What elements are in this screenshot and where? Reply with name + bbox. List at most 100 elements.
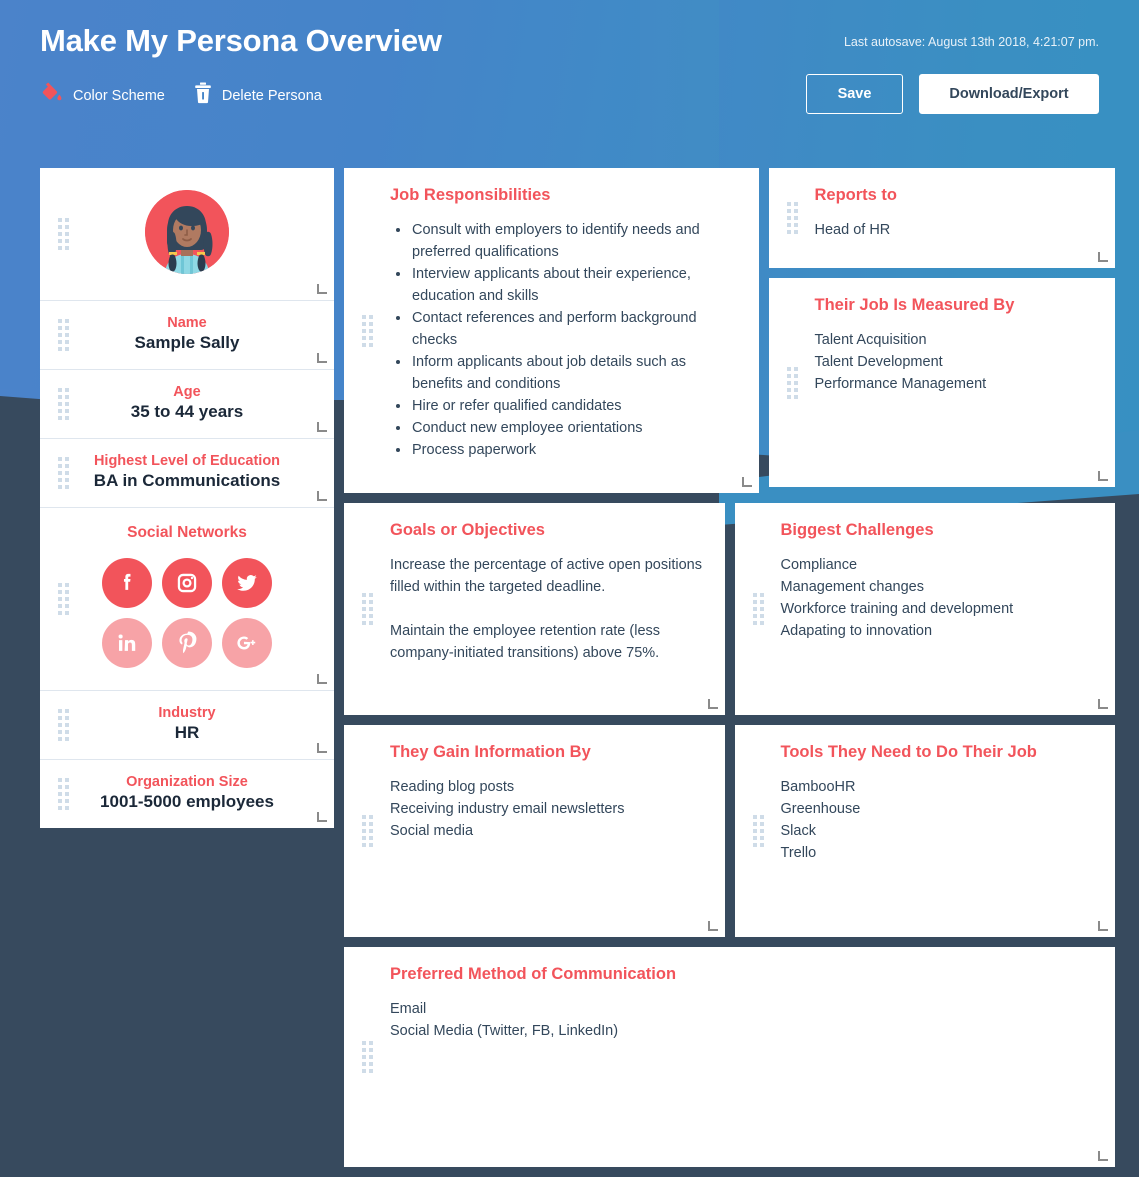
drag-handle-icon[interactable] — [362, 593, 373, 625]
persona-label-industry: Industry — [158, 705, 216, 721]
drag-handle-icon[interactable] — [58, 583, 69, 615]
resize-corner-icon[interactable] — [1098, 252, 1108, 262]
delete-persona-button[interactable]: Delete Persona — [193, 82, 322, 109]
drag-handle-icon[interactable] — [362, 815, 373, 847]
card-title: Preferred Method of Communication — [390, 965, 677, 983]
color-scheme-button[interactable]: Color Scheme — [40, 81, 165, 110]
page-header: Make My Persona Overview Last autosave: … — [0, 0, 1139, 168]
list-item: Social Media (Twitter, FB, LinkedIn) — [390, 1023, 619, 1039]
card-title: Biggest Challenges — [780, 521, 934, 539]
resize-corner-icon[interactable] — [317, 422, 327, 432]
resize-corner-icon[interactable] — [1098, 921, 1108, 931]
persona-section-social-networks[interactable]: Social Networks — [40, 508, 334, 691]
persona-value-name: Sample Sally — [134, 333, 240, 352]
persona-avatar — [145, 190, 229, 274]
save-button[interactable]: Save — [806, 74, 903, 114]
card-preferred-communication[interactable]: Preferred Method of Communication Email … — [344, 947, 1115, 1167]
list-item: Talent Acquisition — [814, 332, 927, 348]
card-row-2: Goals or Objectives Increase the percent… — [344, 503, 1115, 725]
card-title: Goals or Objectives — [390, 521, 545, 539]
list-item: Reading blog posts — [390, 779, 515, 795]
card-biggest-challenges[interactable]: Biggest Challenges Compliance Management… — [734, 503, 1115, 715]
resize-corner-icon[interactable] — [317, 743, 327, 753]
drag-handle-icon[interactable] — [362, 1041, 373, 1073]
card-goals-objectives[interactable]: Goals or Objectives Increase the percent… — [344, 503, 725, 715]
list-item: Consult with employers to identify needs… — [390, 219, 737, 263]
resize-corner-icon[interactable] — [317, 812, 327, 822]
list-item: Greenhouse — [780, 801, 861, 817]
list-item: Adapating to innovation — [780, 623, 933, 639]
list-item: Workforce training and development — [780, 601, 1014, 617]
card-gain-information[interactable]: They Gain Information By Reading blog po… — [344, 725, 725, 937]
persona-board: Name Sample Sally Age 35 to 44 years Hig… — [0, 168, 1139, 1177]
card-job-responsibilities[interactable]: Job Responsibilities Consult with employ… — [344, 168, 759, 493]
resize-corner-icon[interactable] — [1098, 1151, 1108, 1161]
persona-sidebar-column: Name Sample Sally Age 35 to 44 years Hig… — [40, 168, 334, 828]
social-networks-title: Social Networks — [127, 524, 247, 541]
job-responsibilities-list: Consult with employers to identify needs… — [390, 219, 737, 461]
persona-value-education: BA in Communications — [93, 471, 281, 490]
drag-handle-icon[interactable] — [362, 314, 373, 347]
list-item: Talent Development — [814, 354, 943, 370]
linkedin-icon[interactable] — [102, 618, 152, 668]
card-title: Their Job Is Measured By — [814, 296, 1015, 314]
autosave-status: Last autosave: August 13th 2018, 4:21:07… — [843, 35, 1099, 49]
facebook-icon[interactable] — [102, 558, 152, 608]
color-scheme-label: Color Scheme — [73, 87, 165, 104]
card-tools-needed[interactable]: Tools They Need to Do Their Job BambooHR… — [734, 725, 1115, 937]
persona-section-education[interactable]: Highest Level of Education BA in Communi… — [40, 439, 334, 508]
persona-value-industry: HR — [174, 723, 200, 742]
card-reports-to[interactable]: Reports to Head of HR — [768, 168, 1115, 268]
resize-corner-icon[interactable] — [741, 477, 752, 487]
persona-value-organization-size: 1001-5000 employees — [100, 792, 274, 811]
drag-handle-icon[interactable] — [58, 388, 69, 420]
list-item: Head of HR — [814, 222, 891, 238]
pinterest-icon[interactable] — [162, 618, 212, 668]
list-item: Interview applicants about their experie… — [390, 263, 737, 307]
paint-bucket-icon — [40, 81, 64, 110]
twitter-icon[interactable] — [222, 558, 272, 608]
card-title: Job Responsibilities — [390, 186, 551, 204]
drag-handle-icon[interactable] — [58, 778, 69, 810]
card-measured-by[interactable]: Their Job Is Measured By Talent Acquisit… — [768, 278, 1115, 487]
list-item: BambooHR — [780, 779, 856, 795]
drag-handle-icon[interactable] — [752, 593, 764, 625]
list-item: Receiving industry email newsletters — [390, 801, 625, 817]
drag-handle-icon[interactable] — [58, 457, 69, 489]
drag-handle-icon[interactable] — [58, 218, 69, 250]
resize-corner-icon[interactable] — [1098, 699, 1108, 709]
paragraph: Increase the percentage of active open p… — [390, 557, 702, 595]
list-item: Email — [390, 1001, 427, 1017]
resize-corner-icon[interactable] — [317, 353, 327, 363]
resize-corner-icon[interactable] — [707, 921, 718, 931]
delete-persona-label: Delete Persona — [221, 87, 322, 104]
download-export-button[interactable]: Download/Export — [919, 74, 1099, 114]
list-item: Performance Management — [814, 376, 987, 392]
drag-handle-icon[interactable] — [786, 366, 798, 399]
drag-handle-icon[interactable] — [786, 202, 798, 234]
drag-handle-icon[interactable] — [58, 709, 69, 741]
page-root: Make My Persona Overview Last autosave: … — [0, 0, 1139, 1177]
resize-corner-icon[interactable] — [317, 674, 327, 684]
list-item: Trello — [780, 845, 817, 861]
persona-avatar-section[interactable] — [40, 168, 334, 301]
resize-corner-icon[interactable] — [707, 699, 718, 709]
drag-handle-icon[interactable] — [58, 319, 69, 351]
list-item: Social media — [390, 823, 474, 839]
resize-corner-icon[interactable] — [1098, 471, 1108, 481]
resize-corner-icon[interactable] — [317, 491, 327, 501]
googleplus-icon[interactable] — [222, 618, 272, 668]
resize-corner-icon[interactable] — [317, 284, 327, 294]
persona-section-industry[interactable]: Industry HR — [40, 691, 334, 760]
persona-section-name[interactable]: Name Sample Sally — [40, 301, 334, 370]
persona-section-organization-size[interactable]: Organization Size 1001-5000 employees — [40, 760, 334, 828]
drag-handle-icon[interactable] — [752, 815, 764, 847]
persona-value-age: 35 to 44 years — [130, 402, 244, 421]
list-item: Compliance — [780, 557, 858, 573]
list-item: Inform applicants about job details such… — [390, 351, 737, 395]
persona-panel: Name Sample Sally Age 35 to 44 years Hig… — [40, 168, 334, 828]
card-title: They Gain Information By — [390, 743, 591, 761]
persona-label-education: Highest Level of Education — [93, 453, 281, 469]
instagram-icon[interactable] — [162, 558, 212, 608]
persona-section-age[interactable]: Age 35 to 44 years — [40, 370, 334, 439]
